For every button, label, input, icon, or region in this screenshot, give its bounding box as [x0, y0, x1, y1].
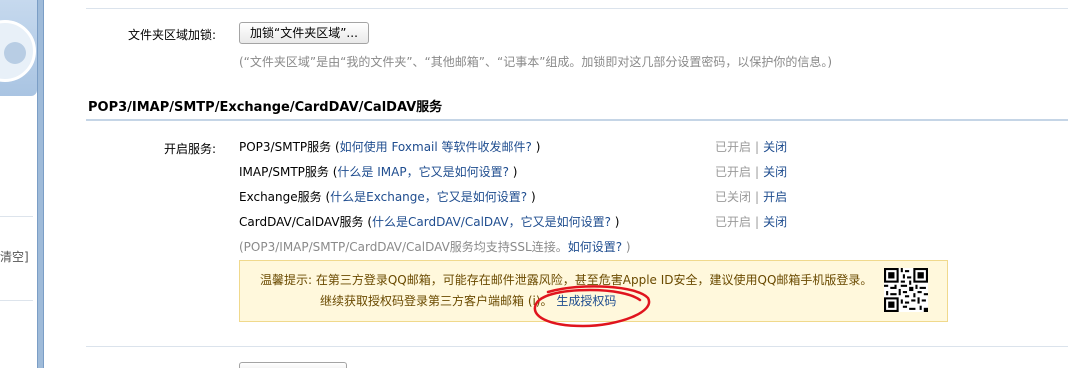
paren: ): [610, 215, 620, 229]
section-divider: [86, 119, 1068, 121]
enable-services-label: 开启服务:: [164, 142, 217, 156]
sidebar-header-graphic: [0, 0, 37, 96]
service-name: Exchange服务: [239, 190, 322, 204]
sidebar-scrollbar[interactable]: [37, 0, 44, 368]
service-status-imap: 已开启 | 关闭: [715, 163, 787, 180]
divider: [86, 8, 1068, 9]
status-state: 已开启: [715, 140, 752, 154]
avatar-icon: [4, 42, 26, 64]
toggle-service-button[interactable]: 关闭: [763, 215, 787, 229]
left-panel: 清空]: [0, 0, 37, 368]
separator: |: [755, 190, 760, 204]
qr-code-icon: [884, 268, 928, 312]
partial-button[interactable]: [239, 362, 347, 368]
folder-lock-label: 文件夹区域加锁:: [128, 28, 217, 42]
separator: |: [755, 215, 760, 229]
folder-lock-description: (“文件夹区域”是由“我的文件夹”、“其他邮箱”、“记事本”组成。加锁即对这几部…: [239, 55, 833, 69]
paren: ): [508, 165, 518, 179]
lock-folder-button[interactable]: 加锁“文件夹区域”...: [239, 22, 369, 44]
service-row-carddav: CardDAV/CalDAV服务 (什么是CardDAV/CalDAV，它又是如…: [239, 213, 619, 230]
paren: ): [622, 240, 631, 254]
paren: (: [321, 190, 331, 204]
help-link[interactable]: 什么是Exchange，它又是如何设置?: [330, 190, 527, 204]
red-annotation-circle: [533, 285, 651, 328]
service-name: POP3/SMTP服务: [239, 140, 332, 154]
separator: |: [755, 140, 760, 154]
service-row-imap: IMAP/SMTP服务 (什么是 IMAP，它又是如何设置? ): [239, 163, 517, 180]
section-title: POP3/IMAP/SMTP/Exchange/CardDAV/CalDAV服务: [88, 100, 443, 115]
toggle-service-button[interactable]: 开启: [763, 190, 787, 204]
service-name: IMAP/SMTP服务: [239, 165, 329, 179]
paren: ): [531, 140, 541, 154]
toggle-service-button[interactable]: 关闭: [763, 140, 787, 154]
sidebar-divider: [0, 216, 33, 217]
help-link[interactable]: 如何使用 Foxmail 等软件收发邮件?: [340, 140, 532, 154]
help-link[interactable]: 什么是 IMAP，它又是如何设置?: [337, 165, 509, 179]
service-row-exchange: Exchange服务 (什么是Exchange，它又是如何设置? ): [239, 188, 536, 205]
service-status-carddav: 已开启 | 关闭: [715, 213, 787, 230]
status-state: 已开启: [715, 165, 752, 179]
paren: (: [331, 140, 340, 154]
service-status-pop3: 已开启 | 关闭: [715, 138, 787, 155]
ssl-note-text: (POP3/IMAP/SMTP/CardDAV/CalDAV服务均支持SSL连接…: [239, 240, 568, 254]
sidebar-divider: [0, 300, 33, 301]
warning-continue-text: 继续获取授权码登录第三方客户端邮箱 (i)。: [320, 294, 553, 308]
status-state: 已关闭: [715, 190, 752, 204]
status-state: 已开启: [715, 215, 752, 229]
paren: ): [527, 190, 536, 204]
service-row-pop3: POP3/SMTP服务 (如何使用 Foxmail 等软件收发邮件? ): [239, 138, 540, 155]
clear-link[interactable]: 清空]: [0, 248, 29, 265]
service-status-exchange: 已关闭 | 开启: [715, 188, 787, 205]
toggle-service-button[interactable]: 关闭: [763, 165, 787, 179]
help-link[interactable]: 什么是CardDAV/CalDAV，它又是如何设置?: [372, 215, 611, 229]
divider: [86, 346, 1068, 347]
paren: (: [363, 215, 373, 229]
ssl-help-link[interactable]: 如何设置?: [568, 240, 622, 254]
service-name: CardDAV/CalDAV服务: [239, 215, 364, 229]
ssl-note: (POP3/IMAP/SMTP/CardDAV/CalDAV服务均支持SSL连接…: [239, 238, 631, 255]
separator: |: [755, 165, 760, 179]
